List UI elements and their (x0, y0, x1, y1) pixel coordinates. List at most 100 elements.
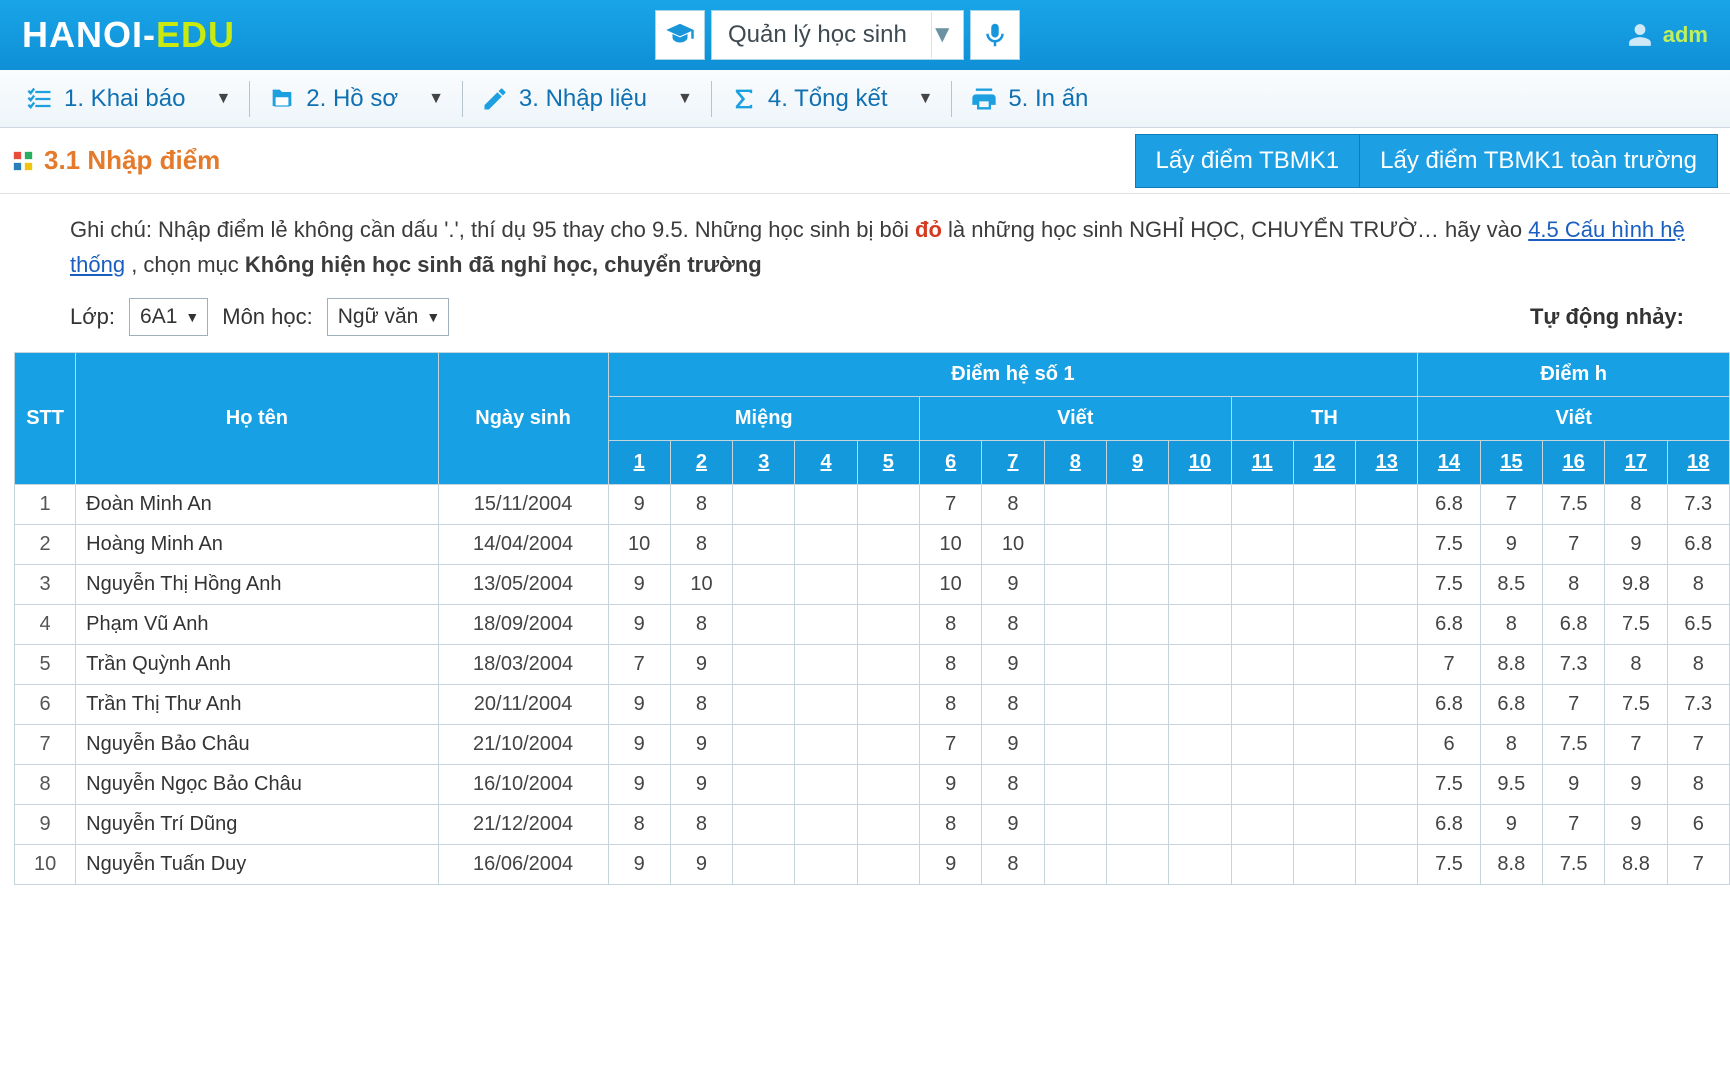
menu-tong-ket[interactable]: 4. Tổng kết▼ (716, 70, 947, 127)
cell-score[interactable]: 10 (982, 525, 1044, 565)
cell-score[interactable]: 7 (1605, 725, 1667, 765)
cell-score[interactable] (1231, 725, 1293, 765)
cell-score[interactable]: 6.5 (1667, 605, 1729, 645)
cell-score[interactable]: 8 (982, 845, 1044, 885)
cell-score[interactable] (795, 645, 857, 685)
cell-score[interactable]: 9.8 (1605, 565, 1667, 605)
cell-score[interactable]: 8 (608, 805, 670, 845)
cell-score[interactable]: 6.8 (1418, 805, 1480, 845)
col-index[interactable]: 3 (733, 441, 795, 485)
module-icon[interactable] (655, 10, 705, 60)
cell-score[interactable] (1231, 605, 1293, 645)
fetch-tbmk1-button[interactable]: Lấy điểm TBMK1 (1135, 134, 1361, 188)
col-index[interactable]: 9 (1106, 441, 1168, 485)
cell-score[interactable]: 8 (670, 525, 732, 565)
cell-score[interactable] (1293, 765, 1355, 805)
cell-score[interactable] (1356, 805, 1418, 845)
cell-score[interactable] (1044, 525, 1106, 565)
cell-score[interactable] (1293, 565, 1355, 605)
cell-score[interactable] (795, 525, 857, 565)
cell-score[interactable] (1169, 485, 1231, 525)
module-select[interactable]: Quản lý học sinh ▼ (711, 10, 964, 60)
cell-score[interactable]: 7.5 (1418, 565, 1480, 605)
menu-ho-so[interactable]: 2. Hồ sơ▼ (254, 70, 458, 127)
cell-score[interactable] (1356, 725, 1418, 765)
cell-score[interactable] (1231, 685, 1293, 725)
cell-score[interactable]: 8.5 (1480, 565, 1542, 605)
cell-score[interactable] (1293, 645, 1355, 685)
cell-score[interactable] (1293, 605, 1355, 645)
cell-score[interactable] (1231, 645, 1293, 685)
cell-score[interactable] (857, 845, 919, 885)
cell-score[interactable]: 7 (1542, 685, 1604, 725)
cell-score[interactable]: 10 (920, 565, 982, 605)
col-index[interactable]: 5 (857, 441, 919, 485)
cell-score[interactable] (733, 645, 795, 685)
cell-score[interactable] (1293, 725, 1355, 765)
cell-score[interactable]: 7.5 (1418, 765, 1480, 805)
col-index[interactable]: 13 (1356, 441, 1418, 485)
cell-score[interactable]: 8 (982, 605, 1044, 645)
cell-score[interactable] (1044, 485, 1106, 525)
cell-score[interactable] (733, 845, 795, 885)
cell-score[interactable]: 8 (1667, 565, 1729, 605)
cell-score[interactable] (1169, 845, 1231, 885)
cell-score[interactable] (1231, 525, 1293, 565)
cell-score[interactable]: 9 (1605, 765, 1667, 805)
cell-score[interactable]: 8.8 (1480, 845, 1542, 885)
cell-score[interactable]: 8.8 (1605, 845, 1667, 885)
cell-score[interactable]: 9 (1480, 525, 1542, 565)
col-index[interactable]: 2 (670, 441, 732, 485)
cell-score[interactable]: 9 (982, 805, 1044, 845)
cell-score[interactable] (1044, 685, 1106, 725)
cell-score[interactable]: 9 (670, 725, 732, 765)
cell-score[interactable]: 10 (670, 565, 732, 605)
cell-score[interactable] (733, 565, 795, 605)
cell-score[interactable]: 7 (1480, 485, 1542, 525)
cell-score[interactable]: 8 (670, 805, 732, 845)
col-index[interactable]: 15 (1480, 441, 1542, 485)
cell-score[interactable] (857, 805, 919, 845)
cell-score[interactable]: 9 (608, 725, 670, 765)
user-area[interactable]: adm (1627, 22, 1708, 48)
cell-score[interactable] (1231, 765, 1293, 805)
cell-score[interactable]: 9 (608, 845, 670, 885)
cell-score[interactable] (795, 685, 857, 725)
class-select[interactable]: 6A1▼ (129, 298, 208, 336)
cell-score[interactable]: 6 (1418, 725, 1480, 765)
cell-score[interactable] (1231, 845, 1293, 885)
col-index[interactable]: 17 (1605, 441, 1667, 485)
col-index[interactable]: 7 (982, 441, 1044, 485)
cell-score[interactable] (1356, 485, 1418, 525)
cell-score[interactable] (1106, 605, 1168, 645)
col-index[interactable]: 11 (1231, 441, 1293, 485)
menu-nhap-lieu[interactable]: 3. Nhập liệu▼ (467, 70, 707, 127)
col-index[interactable]: 12 (1293, 441, 1355, 485)
cell-score[interactable]: 8 (920, 685, 982, 725)
col-index[interactable]: 4 (795, 441, 857, 485)
cell-score[interactable] (733, 725, 795, 765)
col-index[interactable]: 18 (1667, 441, 1729, 485)
cell-score[interactable]: 8 (670, 605, 732, 645)
cell-score[interactable] (857, 525, 919, 565)
cell-score[interactable]: 9 (670, 845, 732, 885)
cell-score[interactable]: 7.5 (1418, 525, 1480, 565)
cell-score[interactable]: 8 (1605, 645, 1667, 685)
cell-score[interactable] (1044, 645, 1106, 685)
cell-score[interactable] (733, 605, 795, 645)
cell-score[interactable] (1169, 805, 1231, 845)
cell-score[interactable]: 7.5 (1542, 845, 1604, 885)
cell-score[interactable] (1356, 685, 1418, 725)
col-index[interactable]: 1 (608, 441, 670, 485)
cell-score[interactable] (1169, 685, 1231, 725)
cell-score[interactable]: 9 (920, 845, 982, 885)
cell-score[interactable] (1106, 685, 1168, 725)
cell-score[interactable]: 7 (920, 725, 982, 765)
cell-score[interactable]: 9.5 (1480, 765, 1542, 805)
cell-score[interactable] (1044, 765, 1106, 805)
cell-score[interactable] (1169, 525, 1231, 565)
cell-score[interactable]: 8 (982, 685, 1044, 725)
cell-score[interactable]: 7 (1418, 645, 1480, 685)
cell-score[interactable]: 6.8 (1480, 685, 1542, 725)
fetch-tbmk1-school-button[interactable]: Lấy điểm TBMK1 toàn trường (1360, 134, 1718, 188)
